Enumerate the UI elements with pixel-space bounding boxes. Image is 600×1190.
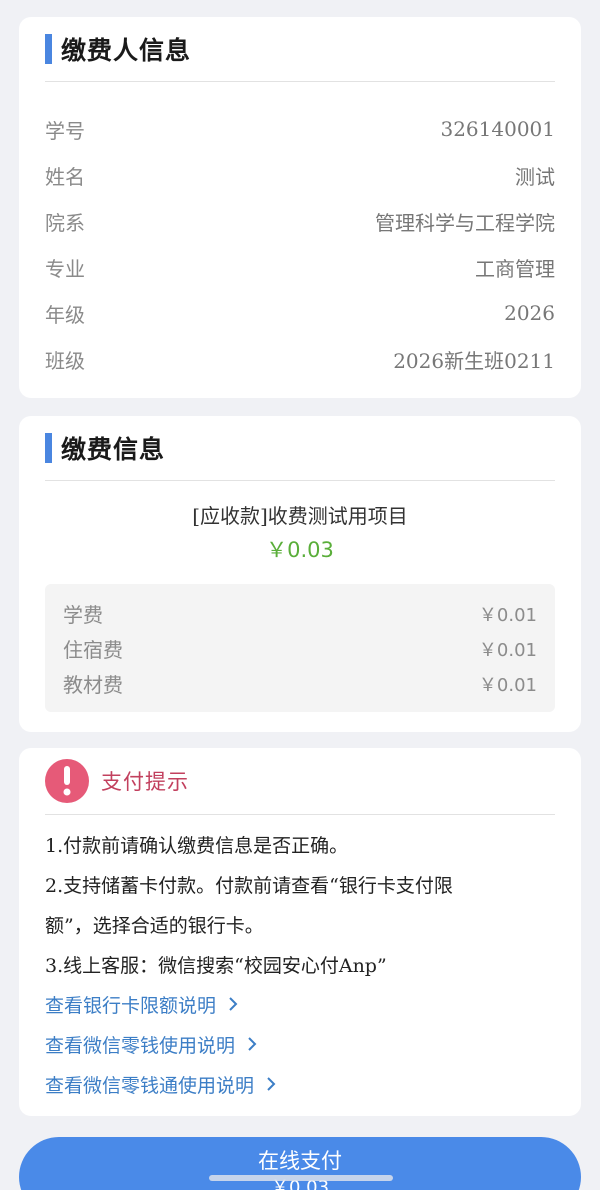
tip-line: 额”，选择合适的银行卡。 — [45, 915, 264, 937]
home-indicator[interactable] — [209, 1175, 393, 1181]
fee-row-textbook: 教材费 ￥0.01 — [63, 666, 537, 701]
chevron-right-icon — [247, 1026, 257, 1066]
pay-online-button[interactable]: 在线支付 ￥0.03 — [19, 1137, 581, 1190]
info-label: 班级 — [45, 348, 85, 373]
payment-tips-header: 支付提示 — [45, 748, 555, 815]
section-accent-bar — [45, 34, 52, 64]
fee-amount: ￥0.01 — [478, 674, 537, 696]
fee-row-accommodation: 住宿费 ￥0.01 — [63, 631, 537, 666]
link-label: 查看微信零钱通使用说明 — [45, 1075, 255, 1097]
info-value: 2026新生班0211 — [393, 348, 555, 373]
tip-line: 1.付款前请确认缴费信息是否正确。 — [45, 835, 349, 857]
info-row-student-id: 学号 326140001 — [45, 106, 555, 152]
payment-info-title: 缴费信息 — [61, 435, 166, 464]
pay-button-label: 在线支付 — [258, 1149, 342, 1173]
payment-tips-title: 支付提示 — [101, 770, 189, 794]
payment-tips-card: 支付提示 1.付款前请确认缴费信息是否正确。 2.支持储蓄卡付款。付款前请查看“… — [19, 748, 581, 1116]
info-value: 管理科学与工程学院 — [375, 210, 555, 235]
info-value: 326140001 — [440, 117, 555, 141]
payment-info-header: 缴费信息 — [45, 416, 555, 481]
info-row-grade: 年级 2026 — [45, 290, 555, 336]
info-value: 测试 — [515, 164, 555, 189]
chevron-right-icon — [266, 1066, 276, 1106]
payment-tips-body: 1.付款前请确认缴费信息是否正确。 2.支持储蓄卡付款。付款前请查看“银行卡支付… — [45, 826, 555, 1106]
info-row-major: 专业 工商管理 — [45, 244, 555, 290]
info-row-name: 姓名 测试 — [45, 152, 555, 198]
fee-breakdown: 学费 ￥0.01 住宿费 ￥0.01 教材费 ￥0.01 — [45, 584, 555, 712]
payer-info-list: 学号 326140001 姓名 测试 院系 管理科学与工程学院 专业 工商管理 … — [45, 106, 555, 382]
link-wechat-lingqiantong-guide[interactable]: 查看微信零钱通使用说明 — [45, 1066, 555, 1106]
fee-label: 教材费 — [63, 673, 123, 697]
info-label: 学号 — [45, 118, 85, 143]
fee-label: 学费 — [63, 603, 103, 627]
link-label: 查看微信零钱使用说明 — [45, 1035, 236, 1057]
payer-info-title: 缴费人信息 — [61, 36, 192, 65]
fee-row-tuition: 学费 ￥0.01 — [63, 596, 537, 631]
tip-line: 3.线上客服：微信搜索“校园安心付Anp” — [45, 955, 387, 977]
exclamation-icon — [45, 759, 89, 803]
info-label: 院系 — [45, 210, 85, 235]
payment-info-card: 缴费信息 [应收款]收费测试用项目 ￥0.03 学费 ￥0.01 住宿费 ￥0.… — [19, 416, 581, 732]
link-label: 查看银行卡限额说明 — [45, 995, 217, 1017]
info-row-class: 班级 2026新生班0211 — [45, 336, 555, 382]
payer-info-header: 缴费人信息 — [45, 17, 555, 82]
fee-label: 住宿费 — [63, 638, 123, 662]
fee-item-amount: ￥0.03 — [266, 538, 334, 562]
section-accent-bar — [45, 433, 52, 463]
fee-item-name: [应收款]收费测试用项目 — [192, 504, 408, 528]
fee-amount: ￥0.01 — [478, 604, 537, 626]
info-label: 年级 — [45, 302, 85, 327]
chevron-right-icon — [228, 986, 238, 1026]
fee-amount: ￥0.01 — [478, 639, 537, 661]
info-label: 姓名 — [45, 164, 85, 189]
link-bank-card-limits[interactable]: 查看银行卡限额说明 — [45, 986, 555, 1026]
info-value: 2026 — [504, 301, 555, 325]
info-label: 专业 — [45, 256, 85, 281]
info-row-department: 院系 管理科学与工程学院 — [45, 198, 555, 244]
tip-line: 2.支持储蓄卡付款。付款前请查看“银行卡支付限 — [45, 875, 453, 897]
info-value: 工商管理 — [475, 256, 555, 281]
link-wechat-change-guide[interactable]: 查看微信零钱使用说明 — [45, 1026, 555, 1066]
payer-info-card: 缴费人信息 学号 326140001 姓名 测试 院系 管理科学与工程学院 专业… — [19, 17, 581, 398]
